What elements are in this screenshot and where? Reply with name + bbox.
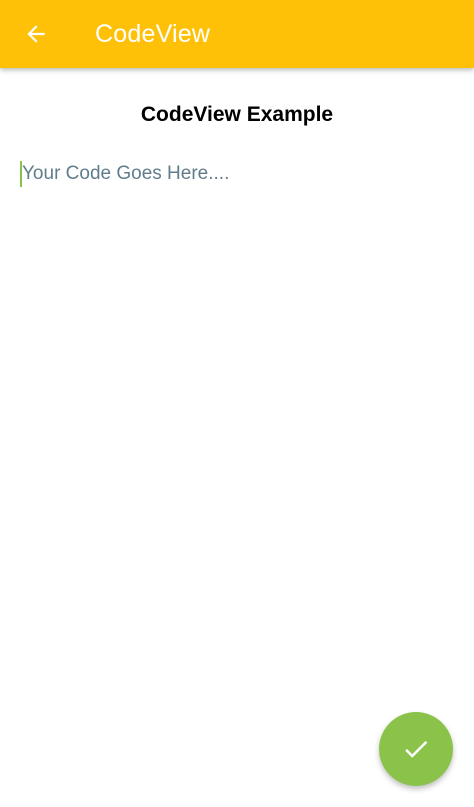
code-editor[interactable] (20, 158, 454, 190)
app-screen: CodeView CodeView Example (0, 0, 474, 807)
code-input[interactable] (22, 159, 442, 189)
arrow-left-icon (27, 25, 45, 43)
back-button[interactable] (14, 12, 58, 56)
app-title: CodeView (95, 20, 211, 48)
confirm-fab-button[interactable] (379, 712, 453, 786)
app-bar: CodeView (0, 0, 474, 68)
check-icon (405, 740, 428, 758)
page-heading: CodeView Example (140, 103, 334, 126)
